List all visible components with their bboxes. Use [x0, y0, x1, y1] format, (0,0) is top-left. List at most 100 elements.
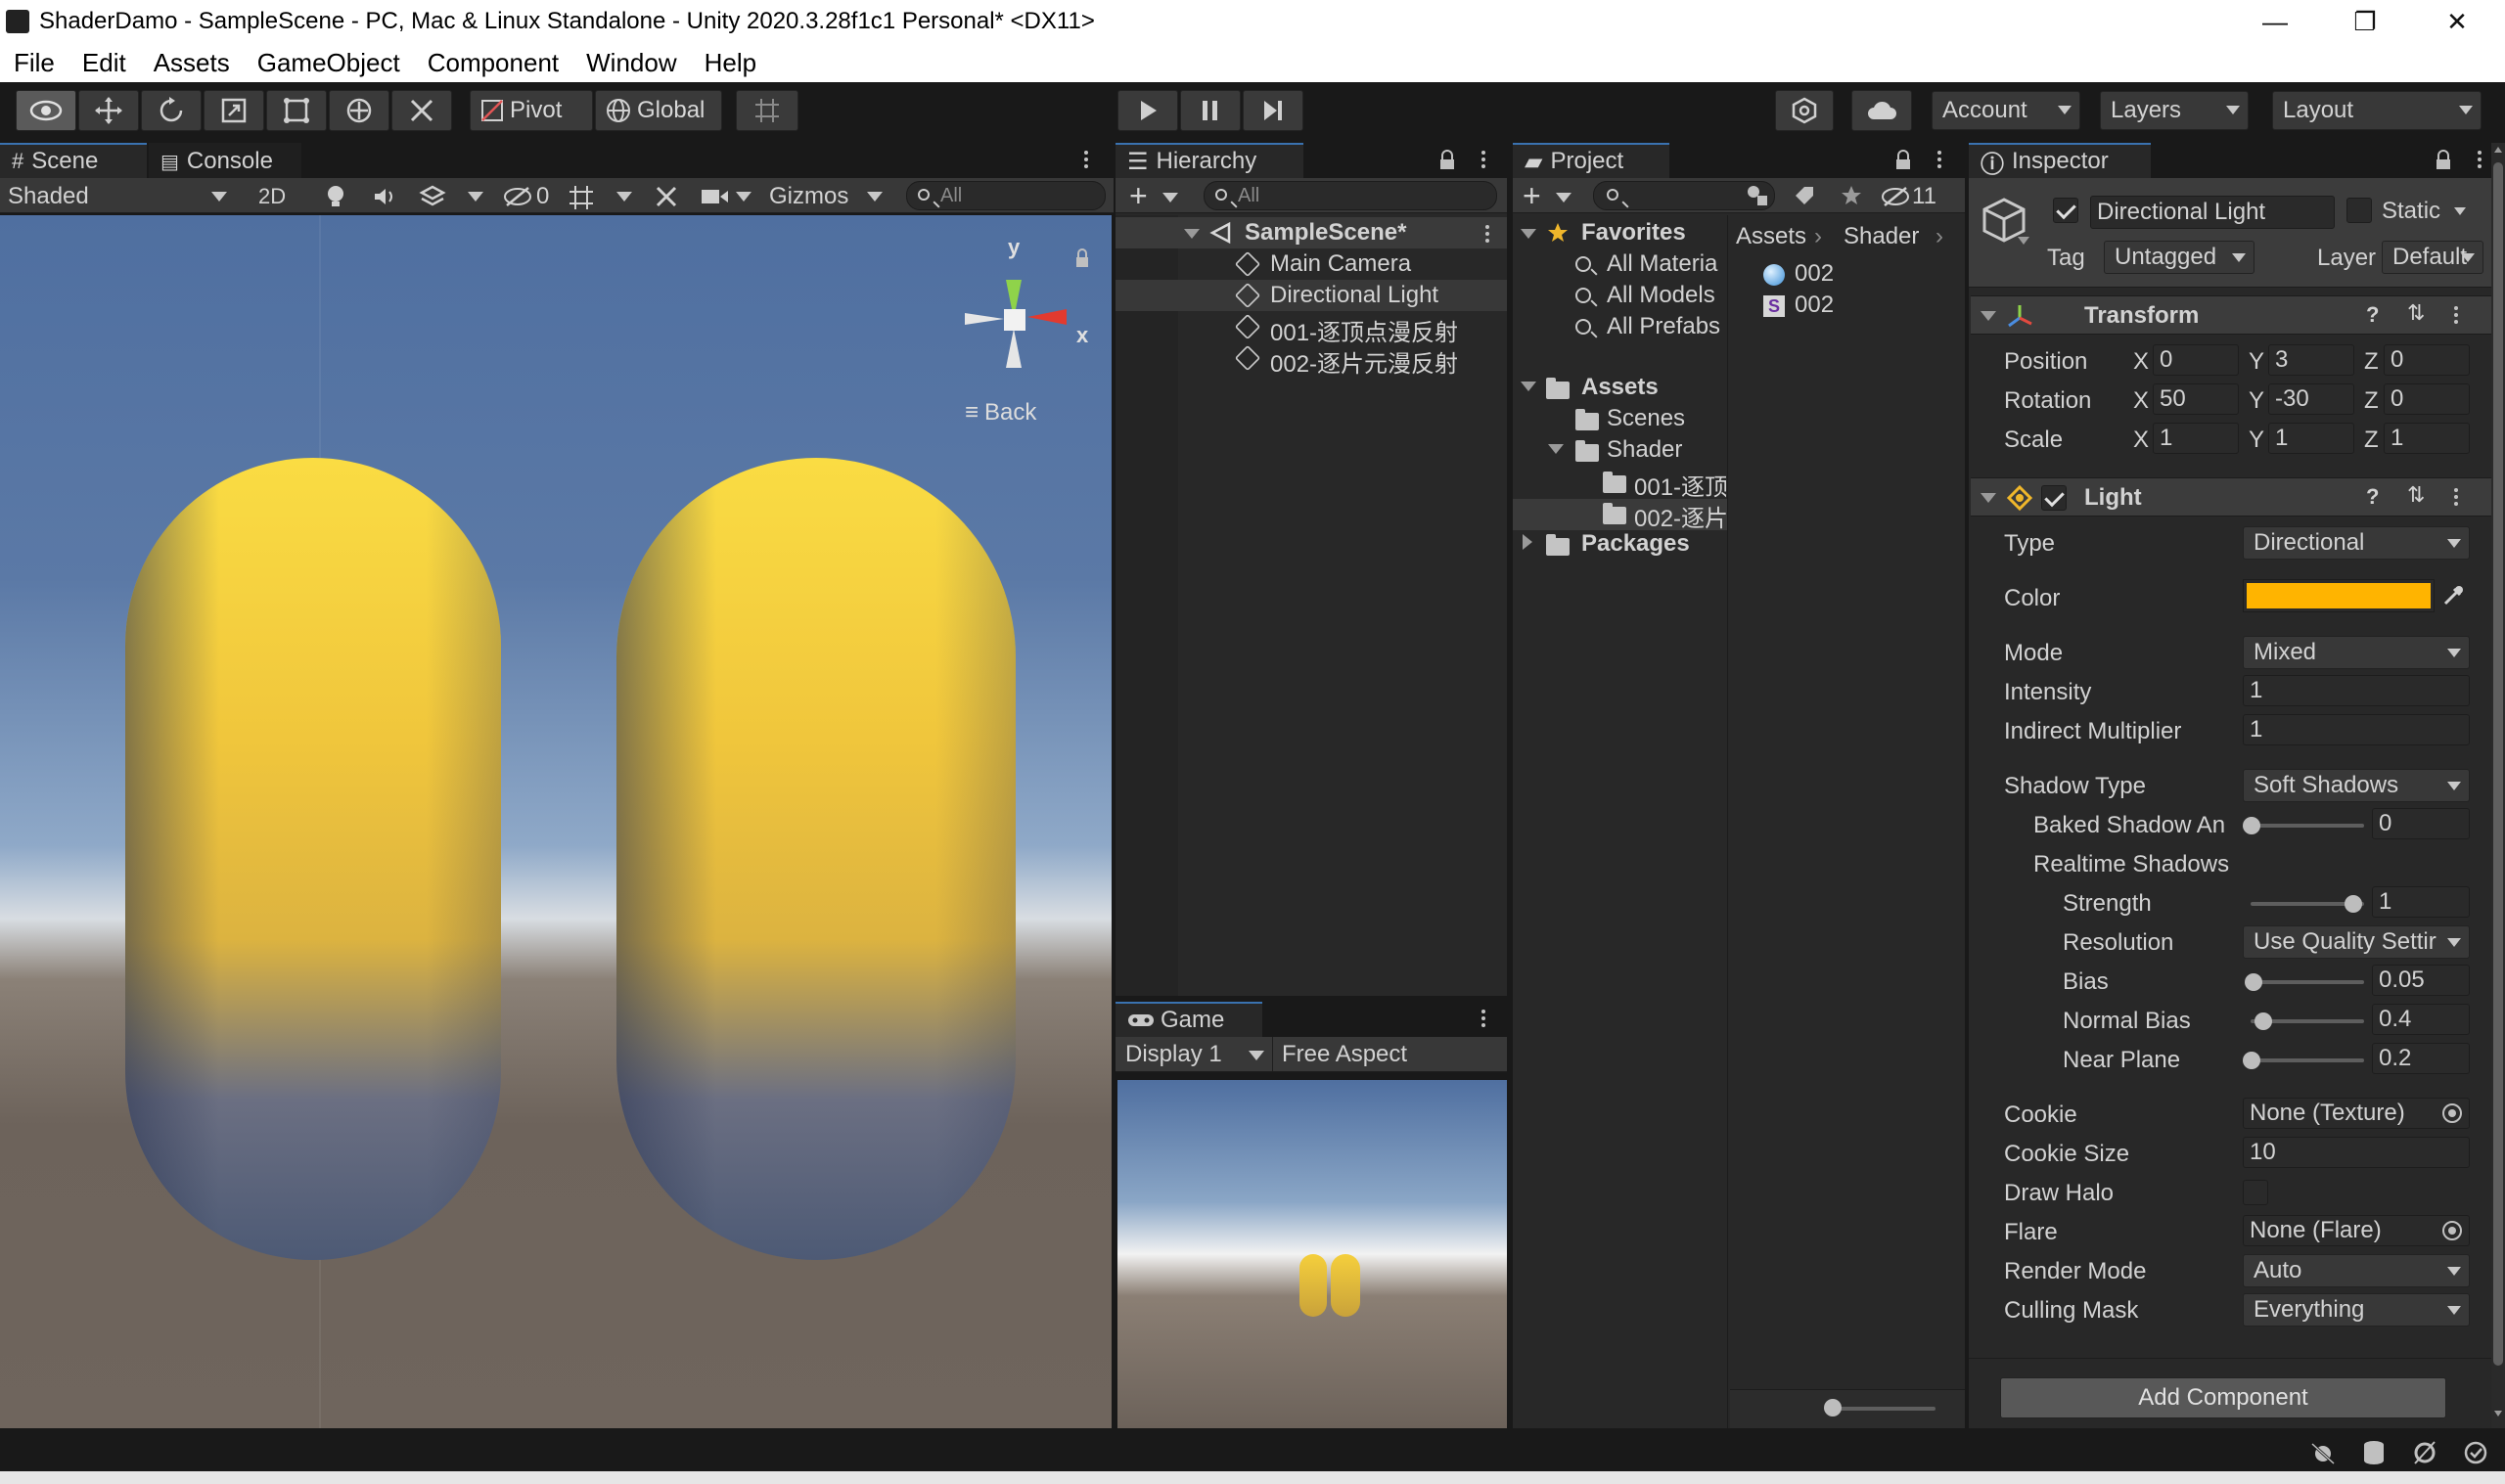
- help-icon[interactable]: ?: [2366, 484, 2379, 510]
- resolution-dropdown[interactable]: Use Quality Settir: [2243, 925, 2470, 959]
- expand-arrow-icon[interactable]: [1184, 229, 1200, 239]
- object-name-input[interactable]: Directional Light: [2090, 196, 2335, 229]
- bug-icon[interactable]: [2309, 1440, 2337, 1465]
- scrollbar-thumb[interactable]: [2493, 162, 2503, 1366]
- aspect-select[interactable]: Free Aspect: [1282, 1041, 1407, 1068]
- audio-icon[interactable]: [372, 186, 399, 207]
- transform-tool-button[interactable]: [329, 90, 389, 131]
- toggle-2d-button[interactable]: 2D: [258, 184, 286, 209]
- expand-arrow-icon[interactable]: [1548, 444, 1564, 454]
- lock-icon[interactable]: [2435, 150, 2452, 171]
- chevron-down-icon[interactable]: [468, 192, 483, 202]
- view-direction-label[interactable]: ≡ Back: [965, 399, 1036, 427]
- expand-arrow-icon[interactable]: [1981, 493, 1996, 503]
- expand-arrow-icon[interactable]: [1521, 229, 1536, 239]
- visibility-hidden-icon[interactable]: [503, 186, 532, 207]
- lighting-icon[interactable]: [325, 184, 346, 209]
- more-options-icon[interactable]: [2454, 486, 2460, 508]
- scroll-up-icon[interactable]: [2494, 147, 2502, 153]
- menu-window[interactable]: Window: [572, 48, 690, 78]
- near-plane-input[interactable]: 0.2: [2372, 1043, 2470, 1074]
- bias-slider-knob[interactable]: [2245, 973, 2262, 991]
- menu-help[interactable]: Help: [691, 48, 770, 78]
- normal-bias-slider-knob[interactable]: [2254, 1012, 2272, 1030]
- scroll-down-icon[interactable]: [2494, 1411, 2502, 1417]
- rotate-tool-button[interactable]: [141, 90, 202, 131]
- type-dropdown[interactable]: Directional: [2243, 526, 2470, 560]
- baked-shadow-slider-track[interactable]: [2251, 824, 2364, 828]
- near-plane-slider-knob[interactable]: [2243, 1052, 2260, 1069]
- chevron-down-icon[interactable]: [867, 192, 883, 202]
- game-viewport[interactable]: [1117, 1080, 1507, 1428]
- play-button[interactable]: [1117, 90, 1178, 131]
- account-dropdown[interactable]: Account: [1932, 91, 2080, 130]
- add-component-button[interactable]: Add Component: [2000, 1377, 2446, 1418]
- grid-toggle-icon[interactable]: [568, 184, 595, 211]
- inspector-scrollbar[interactable]: [2491, 143, 2505, 1428]
- mode-dropdown[interactable]: Mixed: [2243, 636, 2470, 669]
- normal-bias-input[interactable]: 0.4: [2372, 1004, 2470, 1035]
- lighting-baking-icon[interactable]: [2411, 1440, 2438, 1465]
- tab-hierarchy[interactable]: ☰ Hierarchy: [1116, 143, 1303, 178]
- asset-shader-002[interactable]: 002: [1795, 292, 1834, 319]
- collab-button[interactable]: [1775, 90, 1834, 131]
- folder-scenes[interactable]: Scenes: [1607, 405, 1685, 432]
- assets-folder[interactable]: Assets: [1581, 374, 1659, 401]
- camera-icon[interactable]: [701, 188, 730, 205]
- menu-component[interactable]: Component: [414, 48, 572, 78]
- breadcrumb-assets[interactable]: Assets: [1736, 223, 1806, 250]
- chevron-down-icon[interactable]: [616, 192, 632, 202]
- menu-file[interactable]: File: [0, 48, 68, 78]
- render-mode-dropdown[interactable]: Auto: [2243, 1254, 2470, 1287]
- eyedropper-icon[interactable]: [2440, 583, 2466, 608]
- tab-scene[interactable]: # Scene: [0, 143, 147, 178]
- transform-component-header[interactable]: Transform ? ⇅: [1971, 295, 2491, 335]
- more-options-icon[interactable]: [2478, 149, 2483, 170]
- draw-halo-checkbox[interactable]: [2243, 1180, 2268, 1205]
- bias-input[interactable]: 0.05: [2372, 965, 2470, 996]
- strength-slider-knob[interactable]: [2345, 895, 2362, 913]
- folder-001[interactable]: 001-逐顶: [1634, 468, 1726, 502]
- scene-header-row[interactable]: SampleScene*: [1116, 217, 1507, 248]
- layer-dropdown[interactable]: Default: [2382, 241, 2483, 274]
- display-select[interactable]: Display 1: [1125, 1041, 1222, 1068]
- position-z-input[interactable]: 0: [2384, 344, 2470, 376]
- rotation-x-input[interactable]: 50: [2153, 383, 2239, 415]
- more-options-icon[interactable]: [1485, 223, 1491, 245]
- hierarchy-search-input[interactable]: All: [1204, 181, 1497, 210]
- object-picker-icon[interactable]: [2442, 1221, 2462, 1240]
- light-enabled-checkbox[interactable]: [2041, 485, 2067, 511]
- hierarchy-item-directional-light[interactable]: Directional Light: [1116, 280, 1507, 311]
- pivot-toggle[interactable]: Pivot: [470, 90, 593, 131]
- hierarchy-item-001[interactable]: 001-逐顶点漫反射: [1116, 311, 1507, 346]
- database-icon[interactable]: [2360, 1440, 2388, 1465]
- more-options-icon[interactable]: [1084, 149, 1090, 170]
- visibility-hidden-icon[interactable]: [1881, 186, 1910, 207]
- hierarchy-item-main-camera[interactable]: Main Camera: [1116, 248, 1507, 280]
- create-button[interactable]: +: [1129, 178, 1148, 214]
- create-asset-button[interactable]: +: [1523, 178, 1541, 214]
- preset-icon[interactable]: ⇅: [2407, 300, 2425, 326]
- gizmos-button[interactable]: Gizmos: [769, 183, 848, 210]
- rotation-z-input[interactable]: 0: [2384, 383, 2470, 415]
- expand-arrow-icon[interactable]: [1981, 311, 1996, 321]
- lock-icon[interactable]: [1074, 248, 1090, 268]
- color-field[interactable]: [2243, 579, 2435, 612]
- intensity-input[interactable]: 1: [2243, 675, 2470, 706]
- chevron-down-icon[interactable]: [1556, 193, 1571, 202]
- favorites-item[interactable]: All Materia: [1607, 250, 1717, 278]
- favorites-item[interactable]: All Models: [1607, 282, 1715, 309]
- help-icon[interactable]: ?: [2366, 302, 2379, 328]
- lock-icon[interactable]: [1438, 150, 1456, 171]
- custom-tool-button[interactable]: [391, 90, 452, 131]
- chevron-down-icon[interactable]: [211, 192, 227, 202]
- layout-dropdown[interactable]: Layout: [2272, 91, 2482, 130]
- label-icon[interactable]: [1793, 184, 1816, 207]
- chevron-down-icon[interactable]: [2454, 207, 2466, 215]
- favorites-label[interactable]: Favorites: [1581, 219, 1686, 247]
- folder-002[interactable]: 002-逐片: [1634, 499, 1726, 533]
- menu-edit[interactable]: Edit: [68, 48, 140, 78]
- breadcrumb-shader[interactable]: Shader: [1844, 223, 1919, 250]
- rect-tool-button[interactable]: [266, 90, 327, 131]
- check-circle-icon[interactable]: [2462, 1440, 2489, 1465]
